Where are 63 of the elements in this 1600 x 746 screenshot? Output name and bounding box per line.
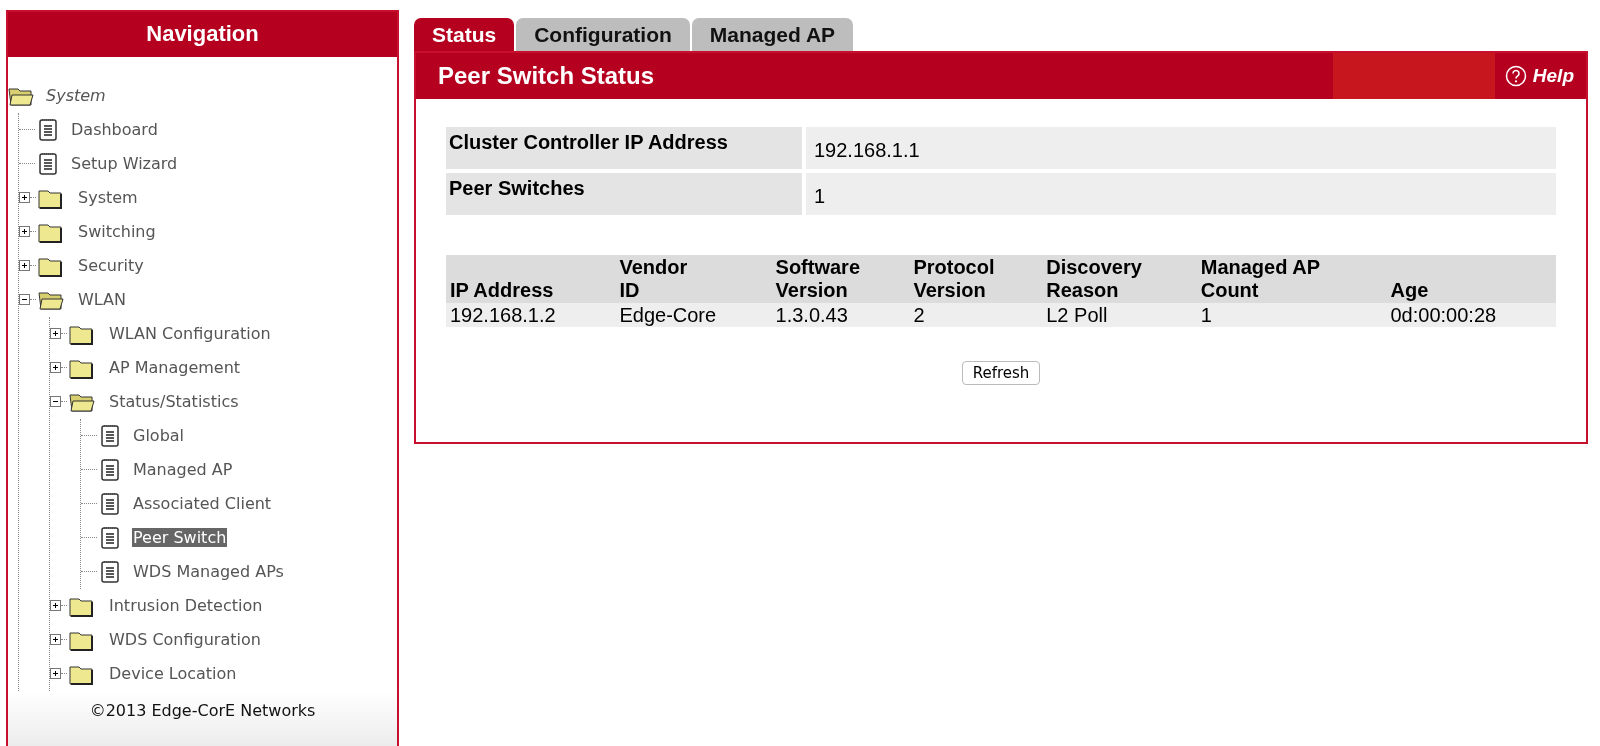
column-header: Protocol Version xyxy=(909,255,1043,303)
notepad-icon xyxy=(38,117,58,142)
expand-icon[interactable] xyxy=(50,362,61,373)
tree-root-label[interactable]: System xyxy=(45,86,107,105)
tree-folder-item[interactable]: WDS Configuration xyxy=(108,630,262,649)
table-cell: 192.168.1.2 xyxy=(446,303,616,327)
tree-page-item[interactable]: Managed AP xyxy=(132,460,234,479)
table-cell: 1 xyxy=(1196,303,1387,327)
expand-icon[interactable] xyxy=(50,668,61,679)
navigation-header: Navigation xyxy=(8,12,397,57)
column-header: IP Address xyxy=(446,255,616,303)
tree-folder-item[interactable]: Intrusion Detection xyxy=(108,596,264,615)
column-header: Discovery Reason xyxy=(1042,255,1197,303)
tree-folder-item[interactable]: Device Location xyxy=(108,664,238,683)
notepad-icon xyxy=(100,559,120,584)
column-header: Software Version xyxy=(771,255,910,303)
tree-folder-item[interactable]: System xyxy=(77,188,139,207)
help-link[interactable]: Help xyxy=(1494,53,1586,99)
expand-icon[interactable] xyxy=(50,600,61,611)
column-header: Vendor ID xyxy=(615,255,772,303)
expand-icon[interactable] xyxy=(50,634,61,645)
refresh-button[interactable]: Refresh xyxy=(961,361,1041,385)
tree-folder-item[interactable]: WLAN xyxy=(77,290,127,309)
tree-page-item[interactable]: WDS Managed APs xyxy=(132,562,285,581)
tree-page-item[interactable]: Associated Client xyxy=(132,494,273,513)
notepad-icon xyxy=(38,151,58,176)
expand-icon[interactable] xyxy=(19,226,30,237)
field-label: Cluster Controller IP Address xyxy=(446,127,802,169)
tab[interactable]: Status xyxy=(414,18,515,51)
tree-folder-item[interactable]: AP Management xyxy=(108,358,242,377)
help-icon xyxy=(1504,65,1527,87)
table-cell: Edge-Core xyxy=(615,303,772,327)
notepad-icon xyxy=(100,423,120,448)
table-cell: 2 xyxy=(909,303,1043,327)
tree-page-item[interactable]: Peer Switch xyxy=(132,528,228,547)
expand-icon[interactable] xyxy=(19,260,30,271)
tree-page-item[interactable]: Dashboard xyxy=(70,120,159,139)
field-value: 192.168.1.1 xyxy=(806,127,1556,169)
tab[interactable]: Configuration xyxy=(516,18,690,51)
notepad-icon xyxy=(100,525,120,550)
field-value: 1 xyxy=(806,173,1556,215)
tree-folder-item[interactable]: Status/Statistics xyxy=(108,392,240,411)
column-header: Managed AP Count xyxy=(1196,255,1387,303)
notepad-icon xyxy=(100,457,120,482)
collapse-icon[interactable] xyxy=(50,396,61,407)
tree-page-item[interactable]: Setup Wizard xyxy=(70,154,179,173)
tree-page-item[interactable]: Global xyxy=(132,426,186,445)
tree-folder-item[interactable]: WLAN Configuration xyxy=(108,324,272,343)
panel-title: Peer Switch Status xyxy=(437,62,656,90)
copyright-text: ©2013 Edge-CorE Networks xyxy=(89,700,316,720)
expand-icon[interactable] xyxy=(19,192,30,203)
tree-folder-item[interactable]: Security xyxy=(77,256,145,275)
field-label: Peer Switches xyxy=(446,173,802,215)
help-label[interactable]: Help xyxy=(1532,65,1574,87)
table-cell: 1.3.0.43 xyxy=(771,303,910,327)
tree-folder-item[interactable]: Switching xyxy=(77,222,157,241)
collapse-icon[interactable] xyxy=(19,294,30,305)
table-cell: 0d:00:00:28 xyxy=(1386,303,1556,327)
column-header: Age xyxy=(1386,255,1556,303)
tab[interactable]: Managed AP xyxy=(691,18,854,51)
expand-icon[interactable] xyxy=(50,328,61,339)
table-cell: L2 Poll xyxy=(1042,303,1197,327)
notepad-icon xyxy=(100,491,120,516)
